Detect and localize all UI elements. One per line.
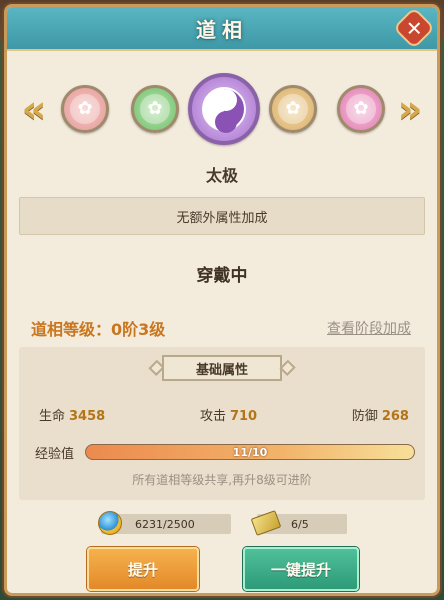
stat-label: 生命 — [39, 409, 66, 424]
equip-status: 穿戴中 — [196, 266, 248, 286]
level-label-text: 道相等级： — [31, 320, 112, 339]
gold-cost-text: 6231/2500 — [135, 517, 195, 531]
title-bar: 道相 ✕ — [7, 7, 437, 51]
stat-value: 710 — [229, 409, 258, 424]
emblem-gold-seal[interactable]: ✿ — [269, 85, 317, 133]
exp-row: 经验值 11/10 — [35, 443, 415, 462]
selected-emblem-name: 太极 — [205, 166, 238, 185]
emblem-taiji-selected[interactable] — [188, 73, 260, 145]
gold-cost: 6231/2500 — [98, 511, 231, 535]
attributes-header: 基础属性 — [148, 353, 296, 383]
seal-icon: ✿ — [278, 94, 308, 124]
stat-defense: 防御 268 — [352, 405, 409, 424]
emblem-magenta-seal[interactable]: ✿ — [337, 85, 385, 133]
close-button[interactable]: ✕ — [392, 7, 436, 50]
ticket-cost: 6/5 — [250, 510, 347, 536]
stat-hp: 生命 3458 — [39, 405, 105, 424]
emblem-pink-seal[interactable]: ✿ — [61, 85, 109, 133]
stat-label: 防御 — [351, 409, 378, 424]
seal-icon: ✿ — [140, 94, 170, 124]
seal-icon: ✿ — [346, 94, 376, 124]
cost-row: 6231/2500 6/5 — [98, 510, 361, 536]
view-stage-bonus-link[interactable]: 查看阶段加成 — [327, 318, 411, 338]
exp-progress-bar: 11/10 — [85, 444, 415, 460]
level-row: 道相等级：0阶3级 查看阶段加成 — [31, 316, 411, 340]
attributes-box: 基础属性 生命 3458 攻击 710 防御 268 经验值 11/10 所有道… — [19, 347, 425, 500]
emblem-carousel: « ✿ ✿ ✿ ✿ » — [7, 61, 437, 161]
ticket-cost-text: 6/5 — [291, 517, 309, 531]
next-arrow-icon[interactable]: » — [397, 87, 423, 131]
dao-xiang-panel: 道相 ✕ « ✿ ✿ ✿ ✿ » 太极 无额外属性加成 穿戴中 道相等级：0阶3… — [4, 4, 440, 596]
window-title: 道相 — [196, 17, 248, 42]
advance-hint: 所有道相等级共享,再升8级可进阶 — [132, 473, 312, 487]
level-value: 0阶3级 — [111, 320, 166, 339]
stat-label: 攻击 — [199, 409, 226, 424]
seal-icon: ✿ — [70, 94, 100, 124]
level-label: 道相等级：0阶3级 — [31, 316, 165, 340]
taiji-icon — [202, 87, 246, 133]
gold-orb-icon — [95, 508, 125, 538]
emblem-green-seal[interactable]: ✿ — [131, 85, 179, 133]
prev-arrow-icon[interactable]: « — [21, 87, 47, 131]
ticket-icon — [250, 508, 282, 538]
stats-row: 生命 3458 攻击 710 防御 268 — [39, 405, 409, 424]
exp-progress-text: 11/10 — [232, 445, 268, 459]
bonus-box: 无额外属性加成 — [19, 197, 425, 235]
stat-value: 3458 — [69, 409, 106, 424]
exp-label: 经验值 — [35, 446, 75, 462]
bonus-text: 无额外属性加成 — [176, 210, 268, 226]
attributes-header-label: 基础属性 — [162, 355, 282, 381]
close-icon: ✕ — [405, 15, 423, 40]
stat-attack: 攻击 710 — [200, 405, 257, 424]
stat-value: 268 — [381, 409, 409, 424]
upgrade-button[interactable]: 提升 — [87, 547, 199, 591]
one-click-upgrade-button[interactable]: 一键提升 — [243, 547, 359, 591]
